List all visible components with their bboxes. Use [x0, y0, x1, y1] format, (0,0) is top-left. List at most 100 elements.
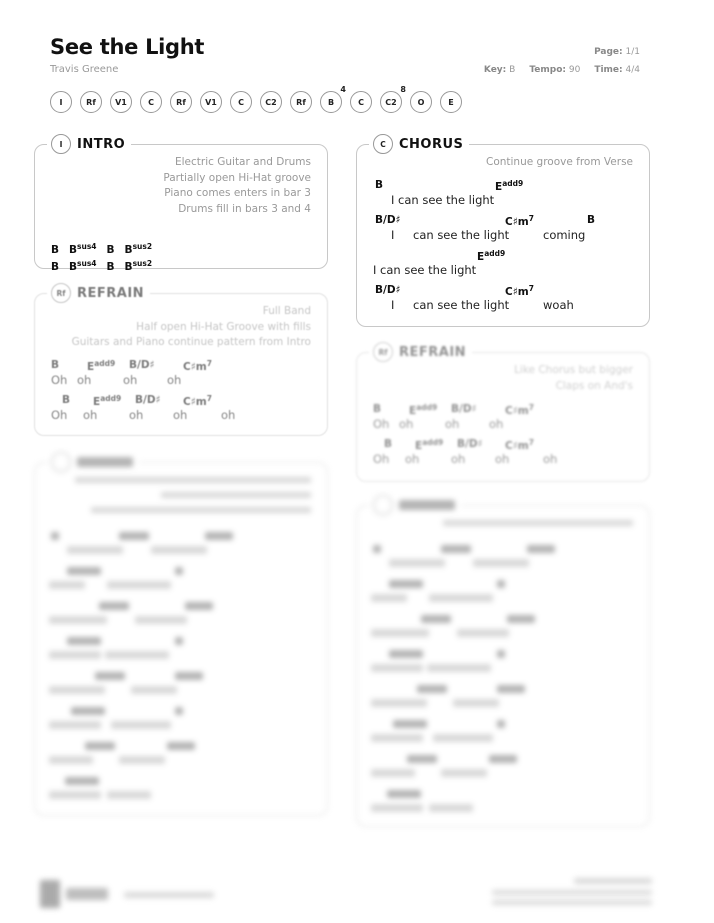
- section-title: [77, 457, 133, 467]
- section-badge[interactable]: C: [373, 134, 393, 154]
- footer-copyright: [492, 890, 652, 895]
- section-badge[interactable]: [51, 452, 71, 472]
- lyric-blurred: [135, 616, 187, 624]
- lyric-blurred: [453, 699, 499, 707]
- chord-extension: sus2: [132, 242, 153, 251]
- section-refrain: Rf REFRAIN Full Band Half open Hi-Hat Gr…: [34, 283, 328, 436]
- section-title: INTRO: [77, 136, 126, 152]
- chord-extension: sus4: [77, 259, 97, 268]
- chord-blurred: [119, 532, 149, 540]
- chord-symbol: Bsus2: [124, 259, 153, 273]
- chord-symbol: B/D♯: [375, 214, 401, 226]
- lyric-text: oh: [489, 417, 504, 431]
- chord-symbol: B: [587, 214, 596, 226]
- section-notes: Like Chorus but bigger Claps on And's: [514, 363, 633, 394]
- lyric-blurred: [107, 791, 151, 799]
- lyric-blurred: [371, 594, 407, 602]
- note-line: Drums fill in bars 3 and 4: [178, 202, 311, 215]
- section-chorus: C CHORUS Continue groove from Verse B Ead…: [356, 134, 650, 327]
- roadmap-section-badge[interactable]: E: [440, 91, 462, 113]
- app-logo-text: [66, 888, 108, 900]
- repeat-count: 8: [400, 85, 406, 94]
- chord-blurred: [85, 742, 115, 750]
- chord-symbol: B/D♯: [135, 394, 161, 406]
- chord-blurred: [441, 545, 471, 553]
- lyric-text: oh: [173, 408, 188, 422]
- lyric-blurred: [119, 756, 165, 764]
- lyric-text: oh: [123, 373, 138, 387]
- chord-lyric-line: B Eadd9 B/D♯ C♯m7 Oh oh oh oh: [371, 403, 635, 437]
- chord-lyric-line: B Eadd9 B/D♯ C♯m7 Oh oh oh oh oh: [49, 394, 313, 428]
- lyric-text: can see the light: [413, 228, 510, 242]
- song-artist: Travis Greene: [50, 64, 119, 75]
- chord-symbol: C♯m7: [505, 284, 534, 298]
- roadmap-section-badge[interactable]: Rf: [290, 91, 312, 113]
- roadmap-section-badge[interactable]: C: [140, 91, 162, 113]
- lyric-text: oh: [405, 452, 420, 466]
- chord-symbol: Bsus4: [69, 259, 97, 273]
- section-header: Rf REFRAIN: [369, 342, 473, 362]
- chord-blurred: [205, 532, 233, 540]
- section-badge[interactable]: [373, 495, 393, 515]
- roadmap-section-badge[interactable]: C2: [260, 91, 282, 113]
- note-line-blurred: [161, 492, 311, 498]
- chord-blurred: [421, 615, 451, 623]
- chord-blurred: [389, 650, 423, 658]
- roadmap-section-badge[interactable]: C: [350, 91, 372, 113]
- lyric-blurred: [429, 804, 473, 812]
- chord-lyric-line: B/D♯ C♯m7 Ican see the light woah: [371, 284, 635, 318]
- lyric-blurred: [49, 721, 101, 729]
- page-label: Page:: [594, 47, 623, 57]
- key-meta: Key: B: [484, 65, 515, 75]
- section-intro: I INTRO Electric Guitar and Drums Partia…: [34, 134, 328, 273]
- lyric-text: oh: [543, 452, 558, 466]
- roadmap-section-badge[interactable]: B4: [320, 85, 346, 113]
- chord-symbol: Bsus4: [69, 242, 97, 256]
- section-badge[interactable]: Rf: [373, 342, 393, 362]
- chord-symbol: Eadd9: [415, 438, 444, 452]
- chord-blurred: [71, 707, 105, 715]
- footer-license: [492, 900, 652, 905]
- roadmap-section-badge[interactable]: C2 8: [380, 85, 406, 113]
- chord-symbol: B: [51, 261, 60, 273]
- chord-blurred: [497, 685, 525, 693]
- chord-symbol: C♯m7: [505, 214, 534, 228]
- section-badge[interactable]: I: [51, 134, 71, 154]
- roadmap-section-badge[interactable]: I: [50, 91, 72, 113]
- repeat-count: 4: [340, 85, 346, 94]
- lyric-blurred: [49, 616, 107, 624]
- lyric-blurred: [457, 629, 509, 637]
- section-title: CHORUS: [399, 136, 464, 152]
- section-notes: Electric Guitar and Drums Partially open…: [163, 155, 311, 217]
- chord-extension: sus2: [132, 259, 153, 268]
- tempo-value: 90: [568, 65, 581, 75]
- roadmap-section-badge[interactable]: V1: [200, 91, 222, 113]
- lyric-text: Oh: [373, 452, 390, 466]
- lyric-blurred: [49, 651, 101, 659]
- chord-symbol: C♯m7: [505, 438, 534, 452]
- chord-symbol: Eadd9: [477, 249, 506, 263]
- chord-blurred: [497, 720, 505, 728]
- page-indicator: Page: 1/1: [594, 47, 640, 57]
- roadmap-section-badge[interactable]: V1: [110, 91, 132, 113]
- section-notes: Full Band Half open Hi-Hat Groove with f…: [72, 304, 311, 351]
- chord-lyric-line: B/D♯ C♯m7 B Ican see the light coming: [371, 214, 635, 248]
- chord-symbol: B/D♯: [375, 284, 401, 296]
- note-line: Claps on And's: [555, 379, 633, 392]
- chord-blurred: [67, 637, 101, 645]
- chord-extension: 7: [528, 438, 534, 447]
- roadmap-section-badge[interactable]: C: [230, 91, 252, 113]
- lyric-blurred: [49, 581, 85, 589]
- song-title: See the Light: [50, 35, 205, 59]
- roadmap-section-badge[interactable]: O: [410, 91, 432, 113]
- chord-lyric-line: Eadd9 I can see the light: [371, 249, 635, 283]
- roadmap-section-badge[interactable]: Rf: [170, 91, 192, 113]
- chord-symbol: B: [106, 244, 115, 256]
- chord-blurred: [185, 602, 213, 610]
- intro-chord-grid: B Bsus4 B Bsus2 B Bsus4 B Bsus2: [51, 239, 152, 273]
- section-badge[interactable]: Rf: [51, 283, 71, 303]
- footer-link[interactable]: [124, 892, 214, 898]
- roadmap-section-badge[interactable]: Rf: [80, 91, 102, 113]
- lyric-blurred: [433, 734, 493, 742]
- chord-symbol: B/D♯: [451, 403, 477, 415]
